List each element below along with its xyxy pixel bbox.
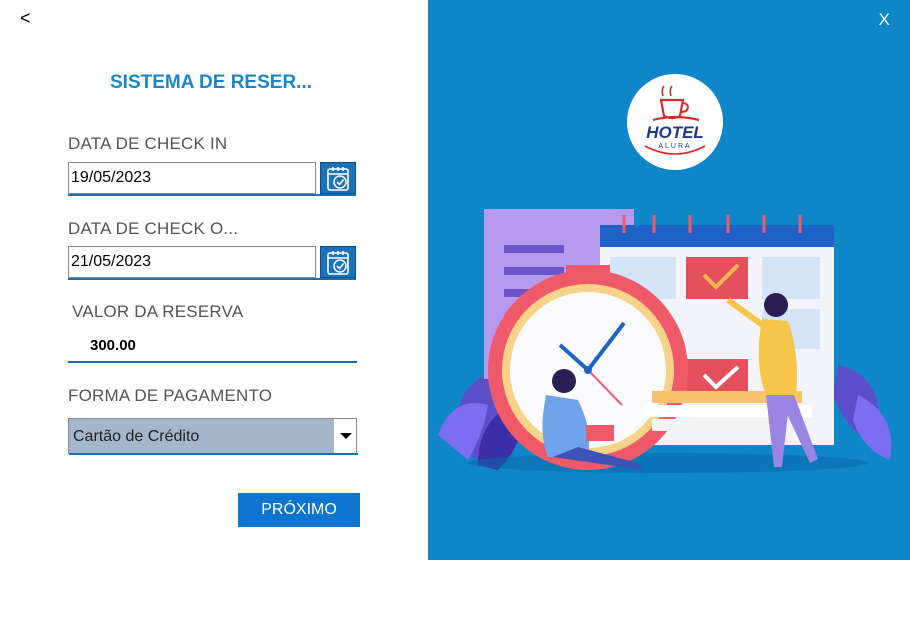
- hotel-logo: HOTEL ALURA: [627, 74, 723, 170]
- pagamento-selected-value: Cartão de Crédito: [69, 419, 334, 453]
- pagamento-select[interactable]: Cartão de Crédito: [68, 418, 358, 455]
- pagamento-label: FORMA DE PAGAMENTO: [68, 386, 273, 405]
- logo-alura-text: ALURA: [658, 143, 691, 150]
- checkout-date-input[interactable]: 21/05/2023: [68, 246, 316, 278]
- logo-hotel-text: HOTEL: [646, 123, 704, 142]
- back-button[interactable]: <: [20, 8, 31, 29]
- close-button[interactable]: X: [879, 10, 890, 30]
- calendar-check-icon: [327, 167, 349, 191]
- form-title: SISTEMA DE RESER...: [110, 72, 312, 93]
- calendar-check-icon: [327, 251, 349, 275]
- checkin-underline: [68, 194, 356, 196]
- checkin-label: DATA DE CHECK IN: [68, 134, 228, 153]
- chevron-down-icon: [340, 433, 352, 439]
- checkout-underline: [68, 278, 356, 280]
- checkout-label: DATA DE CHECK O...: [68, 219, 239, 238]
- booking-illustration: [438, 209, 892, 473]
- next-button[interactable]: PRÓXIMO: [238, 493, 360, 527]
- pagamento-underline: [69, 453, 358, 455]
- valor-underline: [68, 361, 357, 363]
- illustration-panel: X HOTEL ALURA: [428, 0, 910, 560]
- checkout-calendar-button[interactable]: [320, 246, 356, 278]
- checkout-date-picker: 21/05/2023: [68, 246, 356, 280]
- dropdown-button[interactable]: [336, 419, 356, 453]
- valor-field[interactable]: 300.00: [90, 337, 136, 354]
- checkin-date-picker: 19/05/2023: [68, 162, 356, 196]
- checkin-date-input[interactable]: 19/05/2023: [68, 162, 316, 194]
- checkin-calendar-button[interactable]: [320, 162, 356, 194]
- valor-label: VALOR DA RESERVA: [72, 302, 244, 321]
- coffee-cup-icon: [652, 85, 700, 122]
